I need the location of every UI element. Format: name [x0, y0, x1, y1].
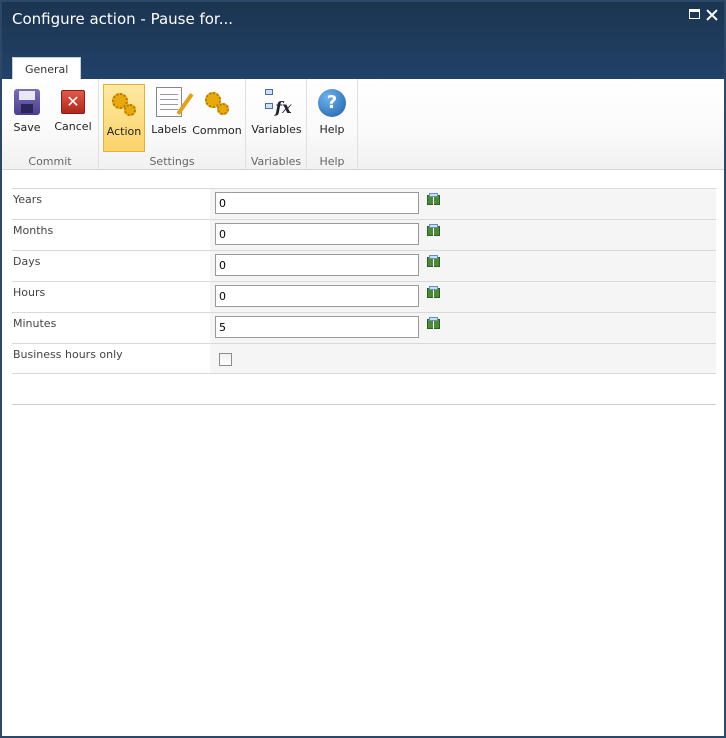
commit-group-label: Commit	[28, 155, 72, 168]
maximize-icon[interactable]	[689, 9, 700, 19]
variables-label: Variables	[251, 123, 302, 136]
form-row-months: Months	[12, 219, 716, 250]
hours-input[interactable]	[215, 285, 419, 307]
form-row-business-hours: Business hours only	[12, 343, 716, 374]
form-row-hours: Hours	[12, 281, 716, 312]
title-bar: Configure action - Pause for... General	[2, 2, 724, 80]
labels-button[interactable]: Labels	[147, 84, 191, 152]
common-label: Common	[192, 124, 242, 137]
years-insert-reference-icon[interactable]	[427, 193, 442, 207]
variables-group-label: Variables	[250, 155, 302, 168]
ribbon-group-variables: fx Variables Variables	[246, 79, 307, 170]
help-label: Help	[319, 123, 345, 136]
cancel-icon: ✕	[61, 90, 85, 114]
help-question-icon: ?	[318, 89, 346, 117]
form-row-years: Years	[12, 188, 716, 219]
common-gear-icon	[203, 90, 231, 118]
variables-button[interactable]: fx Variables	[249, 84, 304, 152]
days-input[interactable]	[215, 254, 419, 276]
pause-form: Years Months Days Hours	[12, 188, 716, 374]
labels-icon	[156, 87, 182, 117]
action-gear-icon	[110, 91, 138, 119]
minutes-label: Minutes	[12, 313, 210, 343]
help-group-label: Help	[319, 155, 345, 168]
help-button[interactable]: ? Help	[312, 84, 352, 152]
ribbon-group-commit: Save ✕ Cancel Commit	[2, 79, 99, 170]
business-hours-label: Business hours only	[12, 344, 210, 373]
years-input[interactable]	[215, 192, 419, 214]
window-controls	[689, 9, 718, 21]
hours-insert-reference-icon[interactable]	[427, 286, 442, 300]
minutes-insert-reference-icon[interactable]	[427, 317, 442, 331]
content-divider	[12, 404, 716, 405]
months-label: Months	[12, 220, 210, 250]
save-label: Save	[13, 121, 41, 134]
years-label: Years	[12, 189, 210, 219]
labels-label: Labels	[151, 123, 187, 136]
hours-label: Hours	[12, 282, 210, 312]
ribbon-group-settings: Action Labels Common Settings	[99, 79, 246, 170]
save-button[interactable]: Save	[6, 84, 48, 152]
days-label: Days	[12, 251, 210, 281]
cancel-label: Cancel	[54, 120, 92, 133]
months-insert-reference-icon[interactable]	[427, 224, 442, 238]
form-row-minutes: Minutes	[12, 312, 716, 343]
form-row-days: Days	[12, 250, 716, 281]
close-icon[interactable]	[706, 9, 718, 21]
variables-fx-icon: fx	[262, 87, 292, 117]
tab-general[interactable]: General	[12, 57, 82, 80]
business-hours-checkbox[interactable]	[219, 353, 232, 366]
cancel-button[interactable]: ✕ Cancel	[51, 84, 95, 152]
ribbon: Save ✕ Cancel Commit Action Labels Commo…	[2, 79, 724, 170]
days-insert-reference-icon[interactable]	[427, 255, 442, 269]
save-icon	[14, 89, 40, 115]
minutes-input[interactable]	[215, 316, 419, 338]
settings-group-label: Settings	[149, 155, 195, 168]
action-label: Action	[106, 125, 142, 138]
dialog-window: Configure action - Pause for... General …	[0, 0, 726, 738]
months-input[interactable]	[215, 223, 419, 245]
ribbon-group-help: ? Help Help	[307, 79, 358, 170]
common-button[interactable]: Common	[192, 84, 242, 152]
window-title: Configure action - Pause for...	[12, 10, 234, 28]
action-button[interactable]: Action	[103, 84, 145, 152]
